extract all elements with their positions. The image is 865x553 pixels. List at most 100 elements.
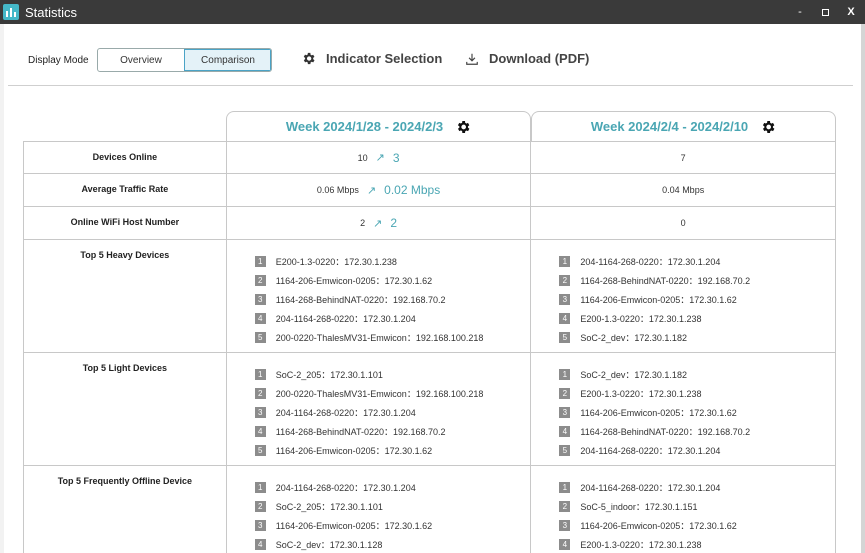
week-2-value: 0.04 Mbps: [531, 174, 836, 206]
list-item: 1 SoC-2_205：172.30.1.101: [254, 365, 484, 384]
rank-badge: 1: [254, 256, 266, 267]
gear-icon[interactable]: [455, 119, 471, 135]
rank-badge: 2: [559, 501, 571, 512]
week-1-value: 10 ↗ 3: [227, 142, 532, 173]
device-entry: 200-0220-ThalesMV31-Emwicon：192.168.100.…: [275, 389, 484, 399]
list-item: 4 E200-1.3-0220：172.30.1.238: [559, 535, 736, 553]
overview-button[interactable]: Overview: [98, 49, 184, 71]
rank-badge: 4: [254, 539, 266, 550]
maximize-icon: [821, 8, 829, 16]
indicator-selection-button[interactable]: Indicator Selection: [301, 51, 442, 66]
device-entry: 1164-268-BehindNAT-0220：192.168.70.2: [580, 276, 751, 286]
list-item: 2 1164-268-BehindNAT-0220：192.168.70.2: [559, 271, 750, 290]
trend-value: 2: [390, 216, 398, 230]
bar-chart-icon: [3, 4, 19, 20]
window-title: Statistics: [25, 4, 78, 20]
device-entry: 1164-268-BehindNAT-0220：192.168.70.2: [580, 427, 751, 437]
list-item: 3 1164-268-BehindNAT-0220：192.168.70.2: [254, 290, 484, 309]
device-entry: 1164-268-BehindNAT-0220：192.168.70.2: [275, 427, 446, 437]
table-row: Online WiFi Host Number 2 ↗ 2 0: [24, 207, 836, 240]
device-entry: 1164-206-Emwicon-0205：172.30.1.62: [580, 408, 737, 418]
rank-badge: 4: [559, 313, 571, 324]
trend-indicator: ↗ 3: [376, 151, 400, 165]
trend-indicator: ↗ 2: [373, 216, 397, 230]
indicator-selection-label: Indicator Selection: [326, 51, 443, 66]
gear-icon[interactable]: [760, 119, 776, 135]
rank-badge: 4: [254, 426, 266, 437]
trend-indicator: ↗ 0.02 Mbps: [367, 183, 440, 197]
list-item: 2 SoC-2_205：172.30.1.101: [254, 497, 432, 516]
device-entry: SoC-2_205：172.30.1.101: [275, 370, 383, 380]
list-item: 1 204-1164-268-0220：172.30.1.204: [254, 478, 432, 497]
list-item: 3 1164-206-Emwicon-0205：172.30.1.62: [559, 516, 737, 535]
week-2-list: 1 SoC-2_dev：172.30.1.182 2 E200-1.3-0220：1…: [531, 353, 836, 465]
rank-badge: 1: [559, 482, 571, 493]
row-label: Top 5 Light Devices: [24, 353, 227, 465]
device-entry: SoC-2_205：172.30.1.101: [275, 502, 383, 512]
week-2-value: 0: [531, 207, 836, 239]
value-text: 10: [357, 152, 368, 163]
list-item: 1 SoC-2_dev：172.30.1.182: [559, 365, 750, 384]
device-entry: 1164-206-Emwicon-0205：172.30.1.62: [580, 295, 737, 305]
device-entry: E200-1.3-0220：172.30.1.238: [275, 257, 397, 267]
display-mode-toggle: Overview Comparison: [97, 48, 272, 72]
trending-up-icon: ↗: [373, 217, 383, 230]
rank-badge: 3: [559, 520, 571, 531]
device-entry: 200-0220-ThalesMV31-Emwicon：192.168.100.…: [275, 333, 484, 343]
rank-badge: 3: [254, 294, 266, 305]
rank-badge: 5: [254, 332, 266, 343]
rank-badge: 5: [559, 332, 571, 343]
week-2-list: 1 204-1164-268-0220：172.30.1.204 2 SoC-5_i…: [531, 466, 836, 553]
list-item: 1 204-1164-268-0220：172.30.1.204: [559, 252, 750, 271]
list-item: 5 204-1164-268-0220：172.30.1.204: [559, 441, 750, 460]
week-1-list: 1 SoC-2_205：172.30.1.101 2 200-0220-Thales…: [227, 353, 532, 465]
week-column-header-1: Week 2024/1/28 - 2024/2/3: [226, 111, 531, 141]
device-entry: 1164-206-Emwicon-0205：172.30.1.62: [275, 276, 433, 286]
list-item: 3 1164-206-Emwicon-0205：172.30.1.62: [559, 290, 750, 309]
rank-badge: 1: [559, 369, 571, 380]
device-entry: 204-1164-268-0220：172.30.1.204: [580, 257, 721, 267]
rank-badge: 1: [254, 482, 266, 493]
rank-badge: 1: [254, 369, 266, 380]
list-item: 2 E200-1.3-0220：172.30.1.238: [559, 384, 750, 403]
rank-badge: 2: [254, 275, 266, 286]
table-row: Top 5 Frequently Offline Device 1 204-116…: [24, 466, 836, 553]
rank-badge: 2: [254, 388, 266, 399]
row-label: Average Traffic Rate: [24, 174, 227, 206]
list-item: 5 1164-206-Emwicon-0205：172.30.1.62: [254, 441, 484, 460]
minimize-button[interactable]: -: [787, 0, 813, 24]
list-item: 1 204-1164-268-0220：172.30.1.204: [559, 478, 736, 497]
toolbar-divider: [8, 85, 853, 86]
title-bar: Statistics - X: [0, 0, 865, 24]
rank-badge: 5: [559, 445, 571, 456]
device-entry: 204-1164-268-0220：172.30.1.204: [580, 483, 721, 493]
device-entry: E200-1.3-0220：172.30.1.238: [580, 540, 702, 550]
trend-value: 0.02 Mbps: [384, 183, 441, 197]
rank-badge: 5: [254, 445, 266, 456]
list-item: 4 1164-268-BehindNAT-0220：192.168.70.2: [559, 422, 750, 441]
list-item: 4 204-1164-268-0220：172.30.1.204: [254, 309, 484, 328]
week-2-value: 7: [531, 142, 836, 173]
device-entry: E200-1.3-0220：172.30.1.238: [580, 314, 702, 324]
value-text: 7: [680, 152, 686, 163]
list-item: 3 204-1164-268-0220：172.30.1.204: [254, 403, 484, 422]
maximize-button[interactable]: [812, 0, 838, 24]
rank-badge: 3: [559, 407, 571, 418]
trending-up-icon: ↗: [375, 152, 385, 164]
value-text: 2: [360, 218, 366, 228]
device-entry: 1164-206-Emwicon-0205：172.30.1.62: [275, 521, 433, 531]
close-button[interactable]: X: [838, 0, 864, 24]
list-item: 4 SoC-2_dev：172.30.1.128: [254, 535, 432, 553]
rank-badge: 3: [254, 520, 266, 531]
list-item: 2 200-0220-ThalesMV31-Emwicon：192.168.100…: [254, 384, 484, 403]
row-label: Top 5 Frequently Offline Device: [24, 466, 227, 553]
comparison-button[interactable]: Comparison: [184, 49, 271, 71]
row-label: Devices Online: [24, 142, 227, 173]
vertical-scrollbar[interactable]: [861, 24, 865, 553]
week-1-value: 0.06 Mbps ↗ 0.02 Mbps: [227, 174, 532, 206]
list-item: 1 E200-1.3-0220：172.30.1.238: [254, 252, 484, 271]
download-pdf-button[interactable]: Download (PDF): [465, 51, 589, 66]
device-entry: 204-1164-268-0220：172.30.1.204: [275, 483, 416, 493]
rank-badge: 4: [559, 426, 571, 437]
rank-badge: 2: [559, 388, 571, 399]
